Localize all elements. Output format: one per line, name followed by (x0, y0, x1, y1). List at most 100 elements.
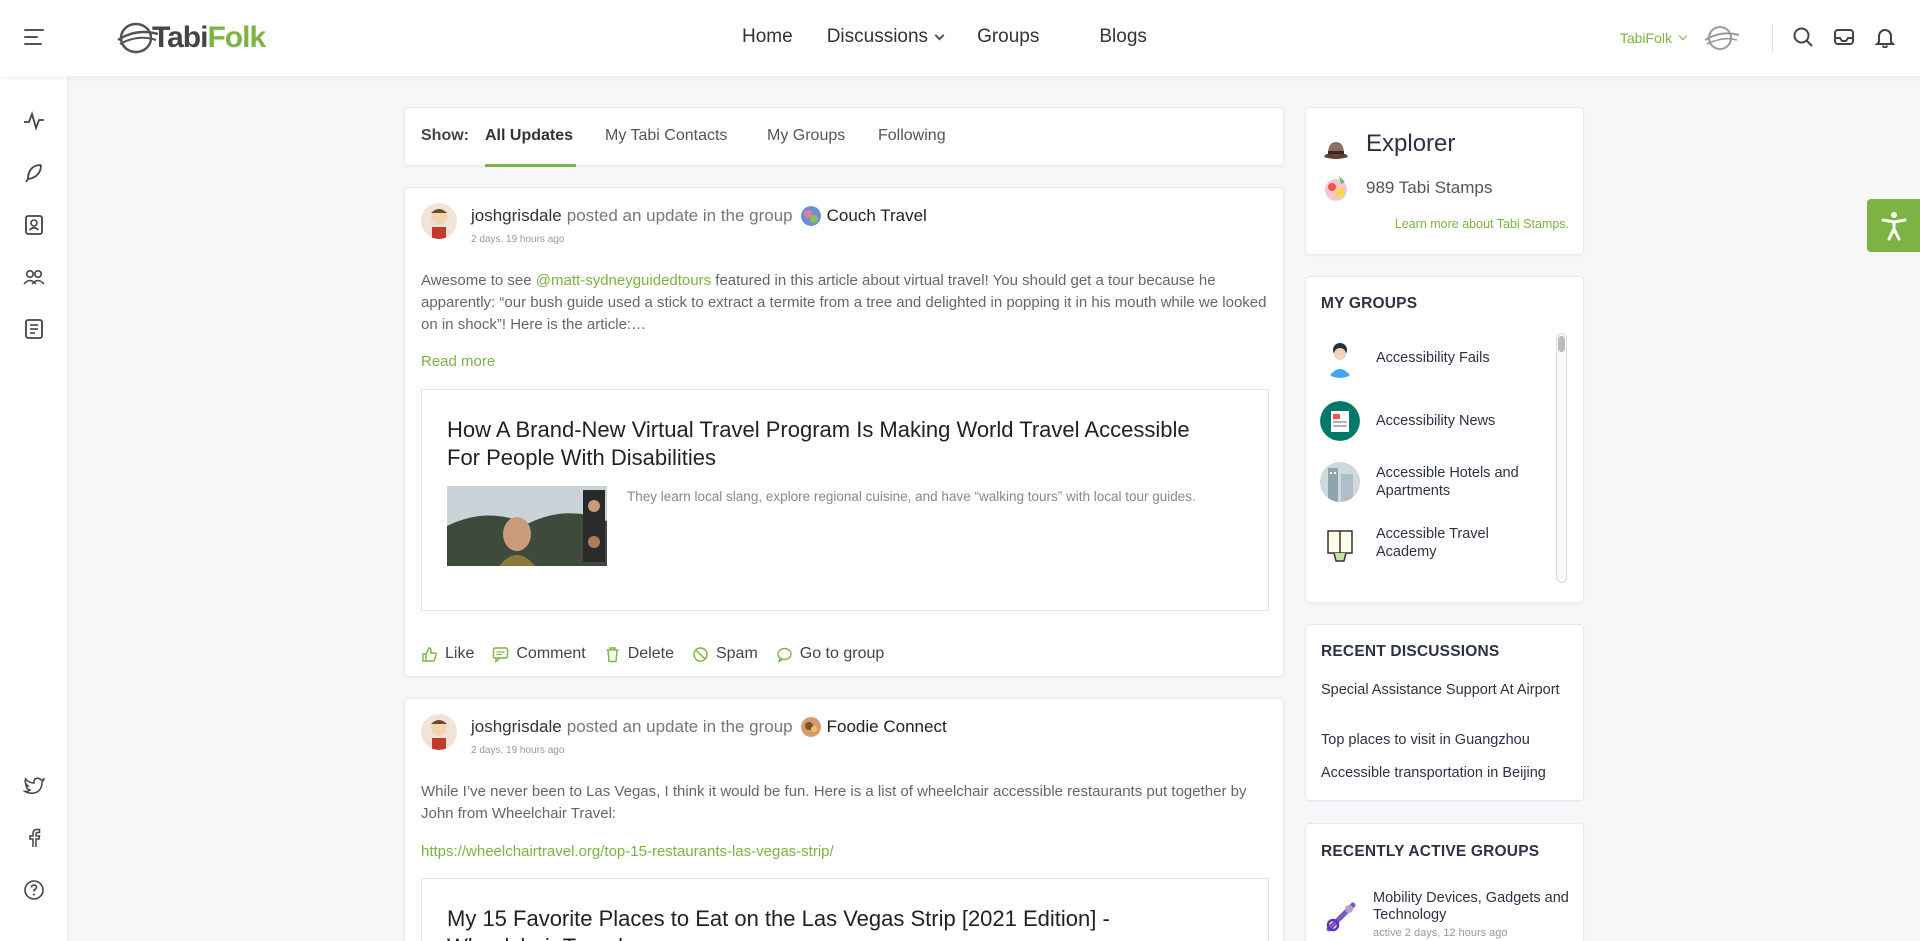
block-icon (693, 646, 708, 662)
user-avatar[interactable] (1704, 24, 1740, 52)
link-preview-description: They learn local slang, explore regional… (627, 489, 1196, 504)
post-author[interactable]: joshgrisdale (471, 206, 562, 226)
tab-all-updates[interactable]: All Updates (485, 127, 573, 145)
nav-discussions[interactable]: Discussions (827, 26, 945, 48)
link-preview-title[interactable]: How A Brand-New Virtual Travel Program I… (447, 416, 1207, 472)
activity-post: joshgrisdale posted an update in the gro… (404, 698, 1284, 941)
go-to-group-button[interactable]: Go to group (776, 645, 884, 663)
comment-button[interactable]: Comment (492, 645, 586, 663)
discussion-link[interactable]: Special Assistance Support At Airport (1321, 681, 1576, 699)
tabi-stamps-count: 989 Tabi Stamps (1366, 178, 1493, 197)
post-action: posted an update in the group (566, 206, 793, 225)
help-icon[interactable] (22, 878, 46, 902)
post-action: posted an update in the group (566, 717, 793, 736)
facebook-icon[interactable] (22, 826, 46, 850)
group-avatar (1320, 401, 1360, 441)
post-text: Awesome to see @matt-sydneyguidedtours f… (421, 272, 1267, 333)
post-author[interactable]: joshgrisdale (471, 717, 562, 737)
group-avatar[interactable] (800, 206, 821, 226)
my-groups-widget: MY GROUPS Accessibility Fails Accessibil… (1305, 276, 1584, 603)
link-preview-title[interactable]: My 15 Favorite Places to Eat on the Las … (447, 905, 1207, 941)
thumbs-up-icon (422, 646, 437, 662)
chevron-down-icon (934, 30, 945, 40)
post-header: joshgrisdale posted an update in the gro… (471, 206, 927, 226)
group-avatar[interactable] (1321, 897, 1361, 937)
nav-home[interactable]: Home (742, 26, 793, 48)
group-item[interactable]: Accessibility Fails (1320, 338, 1546, 378)
post-actions: Like Comment Delete Spam Go to group (421, 645, 902, 663)
active-group-link[interactable]: Mobility Devices, Gadgets and Technology (1373, 890, 1573, 924)
user-mention[interactable]: @matt-sydneyguidedtours (536, 272, 711, 289)
author-avatar[interactable] (421, 714, 457, 750)
post-text: While I’ve never been to Las Vegas, I th… (421, 783, 1247, 822)
link-preview-card[interactable]: My 15 Favorite Places to Eat on the Las … (421, 878, 1269, 941)
search-icon[interactable] (1792, 26, 1814, 48)
post-header: joshgrisdale posted an update in the gro… (471, 717, 947, 737)
post-group-link[interactable]: Couch Travel (827, 206, 927, 226)
group-avatar (1320, 523, 1360, 563)
contacts-icon[interactable] (22, 213, 46, 237)
site-logo[interactable]: TabiFolk (116, 18, 266, 58)
logo-wordmark: TabiFolk (152, 21, 266, 54)
post-timestamp[interactable]: 2 days, 19 hours ago (471, 745, 564, 756)
trash-icon (606, 646, 619, 662)
learn-more-stamps-link[interactable]: Learn more about Tabi Stamps. (1395, 217, 1569, 231)
group-avatar[interactable] (800, 717, 821, 737)
show-label: Show: (421, 127, 469, 144)
chat-bubbles-icon (777, 647, 792, 663)
chevron-down-icon (1678, 31, 1688, 41)
explorer-rank: Explorer (1366, 130, 1456, 157)
nav-groups[interactable]: Groups (977, 26, 1039, 48)
feed-filter-tabs: Show: All Updates My Tabi Contacts My Gr… (404, 107, 1284, 167)
author-avatar[interactable] (421, 203, 457, 239)
groups-icon[interactable] (22, 265, 46, 289)
accessibility-icon (1881, 211, 1906, 240)
post-external-link[interactable]: https://wheelchairtravel.org/top-15-rest… (421, 843, 834, 860)
explorer-hat-icon (1324, 142, 1348, 159)
link-preview-card[interactable]: How A Brand-New Virtual Travel Program I… (421, 389, 1269, 611)
stamp-icon (1325, 176, 1347, 201)
recent-discussions-widget: RECENT DISCUSSIONS Special Assistance Su… (1305, 624, 1584, 801)
tab-my-tabi-contacts[interactable]: My Tabi Contacts (605, 127, 727, 145)
group-avatar (1320, 462, 1360, 502)
spam-button[interactable]: Spam (692, 645, 758, 663)
activity-post: joshgrisdale posted an update in the gro… (404, 187, 1284, 677)
tab-following[interactable]: Following (878, 127, 946, 145)
groups-scrollbar[interactable] (1556, 333, 1567, 583)
group-item[interactable]: Accessible Travel Academy (1320, 523, 1546, 563)
discussion-link[interactable]: Top places to visit in Guangzhou (1321, 731, 1576, 749)
link-preview-thumbnail[interactable] (447, 486, 607, 566)
bell-icon[interactable] (1874, 26, 1896, 48)
top-header: TabiFolk Home Discussions Groups Blogs T… (0, 0, 1920, 76)
accessibility-button[interactable] (1867, 199, 1920, 252)
group-avatar (1320, 338, 1360, 378)
menu-icon[interactable] (24, 29, 44, 45)
like-button[interactable]: Like (421, 645, 474, 663)
discussion-link[interactable]: Accessible transportation in Beijing (1321, 764, 1576, 782)
blog-icon[interactable] (22, 317, 46, 341)
user-menu[interactable]: TabiFolk (1620, 24, 1740, 52)
twitter-icon[interactable] (22, 774, 46, 798)
tab-my-groups[interactable]: My Groups (767, 127, 845, 145)
recently-active-groups-title: RECENTLY ACTIVE GROUPS (1321, 843, 1540, 860)
my-groups-title: MY GROUPS (1321, 295, 1418, 312)
activity-icon[interactable] (22, 109, 46, 133)
recently-active-groups-widget: RECENTLY ACTIVE GROUPS Mobility Devices,… (1305, 823, 1584, 941)
explorer-widget: Explorer 989 Tabi Stamps Learn more abou… (1305, 107, 1584, 255)
delete-button[interactable]: Delete (604, 645, 674, 663)
nav-blogs[interactable]: Blogs (1099, 26, 1147, 48)
recent-discussions-title: RECENT DISCUSSIONS (1321, 643, 1500, 660)
read-more-link[interactable]: Read more (421, 353, 495, 370)
post-group-link[interactable]: Foodie Connect (827, 717, 947, 737)
active-group-time: active 2 days, 12 hours ago (1373, 927, 1508, 939)
header-actions (1773, 26, 1896, 48)
feather-icon[interactable] (22, 161, 46, 185)
username[interactable]: TabiFolk (1620, 30, 1672, 46)
main-nav: Home Discussions Groups Blogs (742, 26, 1181, 48)
group-item[interactable]: Accessible Hotels and Apartments (1320, 462, 1546, 502)
post-timestamp[interactable]: 2 days, 19 hours ago (471, 234, 564, 245)
inbox-icon[interactable] (1833, 26, 1855, 48)
active-tab-indicator (485, 164, 576, 167)
left-sidebar (0, 76, 68, 941)
group-item[interactable]: Accessibility News (1320, 401, 1546, 441)
